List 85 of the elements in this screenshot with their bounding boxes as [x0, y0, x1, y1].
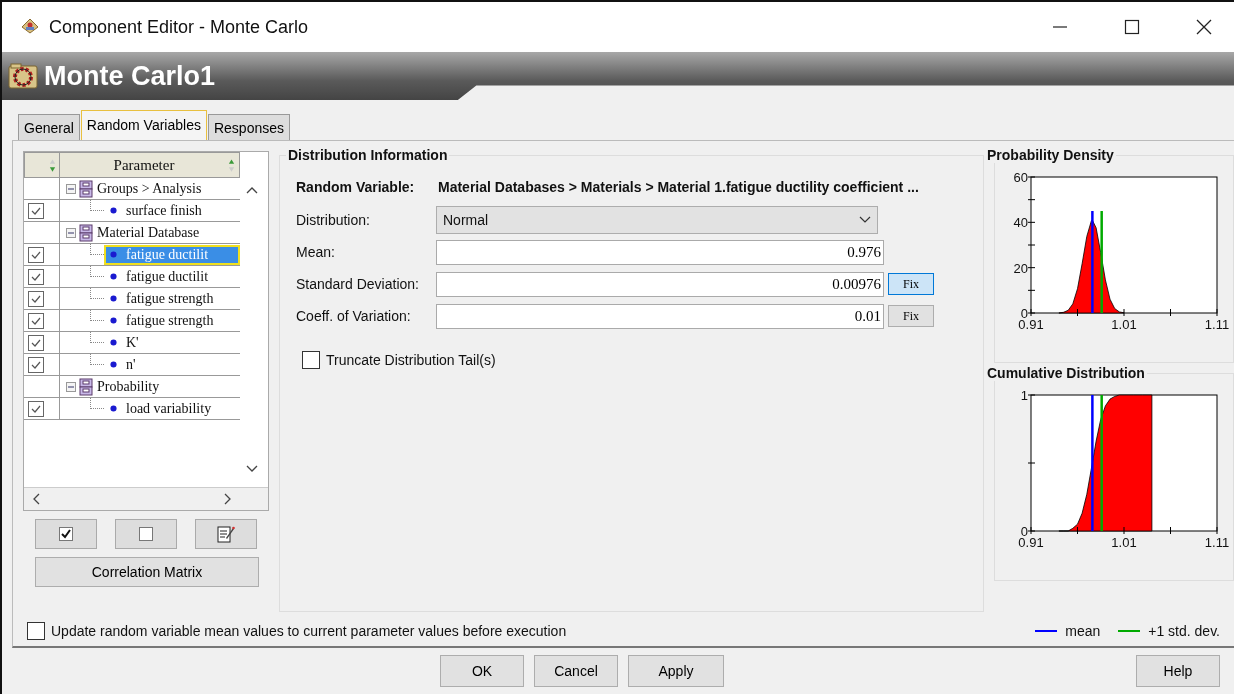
- window-title: Component Editor - Monte Carlo: [49, 16, 309, 38]
- tick-label: 40: [1013, 215, 1028, 231]
- edit-button[interactable]: [195, 519, 257, 549]
- cabinet-icon: [79, 223, 93, 242]
- roulette-icon: [8, 63, 38, 89]
- tree-line: [90, 397, 104, 409]
- fix-button[interactable]: Fix: [888, 305, 934, 327]
- dialog-button[interactable]: Cancel: [534, 655, 618, 687]
- checked-box-icon: [59, 527, 73, 541]
- bullet-icon: [110, 317, 117, 324]
- chevron-left-icon[interactable]: [32, 493, 40, 505]
- close-icon[interactable]: [1196, 19, 1212, 35]
- tick-label: 1.01: [1111, 317, 1137, 332]
- checkbox[interactable]: [27, 622, 45, 640]
- section-title: Distribution Information: [287, 147, 449, 163]
- chevron-up-icon[interactable]: [246, 186, 258, 194]
- cabinet-icon: [79, 179, 93, 198]
- chevron-right-icon[interactable]: [224, 493, 232, 505]
- sort-icon: [228, 158, 235, 172]
- field-label: Mean:: [296, 244, 336, 260]
- legend-label: +1 std. dev.: [1148, 623, 1220, 639]
- checkbox[interactable]: [302, 351, 320, 369]
- tab[interactable]: Responses: [207, 114, 290, 140]
- tree-item[interactable]: n': [104, 354, 138, 375]
- tick-label: 60: [1013, 170, 1028, 185]
- checkbox-label: Update random variable mean values to current parameter values before execution: [51, 623, 567, 639]
- tab[interactable]: Random Variables: [80, 110, 207, 140]
- maximize-icon[interactable]: [1124, 19, 1140, 35]
- bullet-icon: [110, 273, 117, 280]
- bullet-icon: [110, 361, 117, 368]
- column-header[interactable]: Parameter: [60, 152, 240, 178]
- tree-group[interactable]: Material Database: [97, 224, 200, 241]
- help-button[interactable]: Help: [1136, 655, 1220, 687]
- cabinet-icon: [79, 377, 93, 396]
- sort-icon: [49, 158, 56, 172]
- chart-title: Cumulative Distribution: [986, 365, 1146, 381]
- correlation-matrix-button[interactable]: Correlation Matrix: [35, 557, 259, 587]
- tree-line: [90, 353, 104, 365]
- tick-label: 1: [1020, 388, 1028, 403]
- empty-box-icon: [139, 527, 153, 541]
- tree-line: [90, 199, 104, 211]
- tick-label: 1.01: [1111, 535, 1137, 550]
- tree-line: [90, 287, 104, 299]
- chart-title: Probability Density: [986, 147, 1115, 163]
- bullet-icon: [110, 339, 117, 346]
- tree-item[interactable]: fatigue strength: [104, 310, 216, 331]
- bullet-icon: [110, 295, 117, 302]
- chevron-down-icon[interactable]: [246, 465, 258, 473]
- tab[interactable]: General: [18, 114, 80, 140]
- input-field[interactable]: 0.01: [436, 303, 884, 329]
- dialog-button[interactable]: OK: [440, 655, 524, 687]
- dialog-button[interactable]: Apply: [628, 655, 724, 687]
- tick-label: 20: [1013, 260, 1028, 276]
- edit-icon: [217, 525, 235, 543]
- input-field[interactable]: 0.976: [436, 239, 884, 265]
- tree-group[interactable]: Probability: [97, 378, 160, 395]
- distribution-dropdown[interactable]: Normal: [436, 206, 878, 234]
- legend-label: mean: [1065, 623, 1101, 639]
- horizontal-scrollbar[interactable]: [24, 487, 268, 510]
- fix-button[interactable]: Fix: [888, 273, 934, 295]
- tree-item[interactable]: load variability: [104, 398, 214, 419]
- field-label: Coeff. of Variation:: [296, 308, 412, 324]
- bullet-icon: [110, 207, 117, 214]
- field-label: Random Variable:: [296, 179, 416, 195]
- field-label: Distribution:: [296, 212, 371, 228]
- bullet-icon: [110, 251, 117, 258]
- field-label: Standard Deviation:: [296, 276, 420, 292]
- tree-line: [90, 309, 104, 321]
- tree-item[interactable]: fatigue ductilit: [104, 266, 211, 287]
- uncheck-all-button[interactable]: [115, 519, 177, 549]
- checkbox-label: Truncate Distribution Tail(s): [326, 352, 496, 368]
- chevron-down-icon: [859, 216, 871, 224]
- component-title: Monte Carlo1: [44, 60, 216, 92]
- tree-group[interactable]: Groups > Analysis: [97, 180, 202, 197]
- tick-label: 1.11: [1204, 317, 1230, 332]
- tick-label: 1.11: [1204, 535, 1230, 550]
- tree-item[interactable]: K': [104, 332, 141, 353]
- tree-line: [90, 265, 104, 277]
- bullet-icon: [110, 405, 117, 412]
- tree-item[interactable]: fatigue strength: [104, 288, 216, 309]
- check-all-button[interactable]: [35, 519, 97, 549]
- input-field[interactable]: 0.00976: [436, 271, 884, 297]
- tree-item[interactable]: surface finish: [104, 200, 204, 221]
- tree-line: [90, 331, 104, 343]
- random-variable-path: Material Databases > Materials > Material 1.fatigue ductility coefficient ...: [438, 179, 919, 195]
